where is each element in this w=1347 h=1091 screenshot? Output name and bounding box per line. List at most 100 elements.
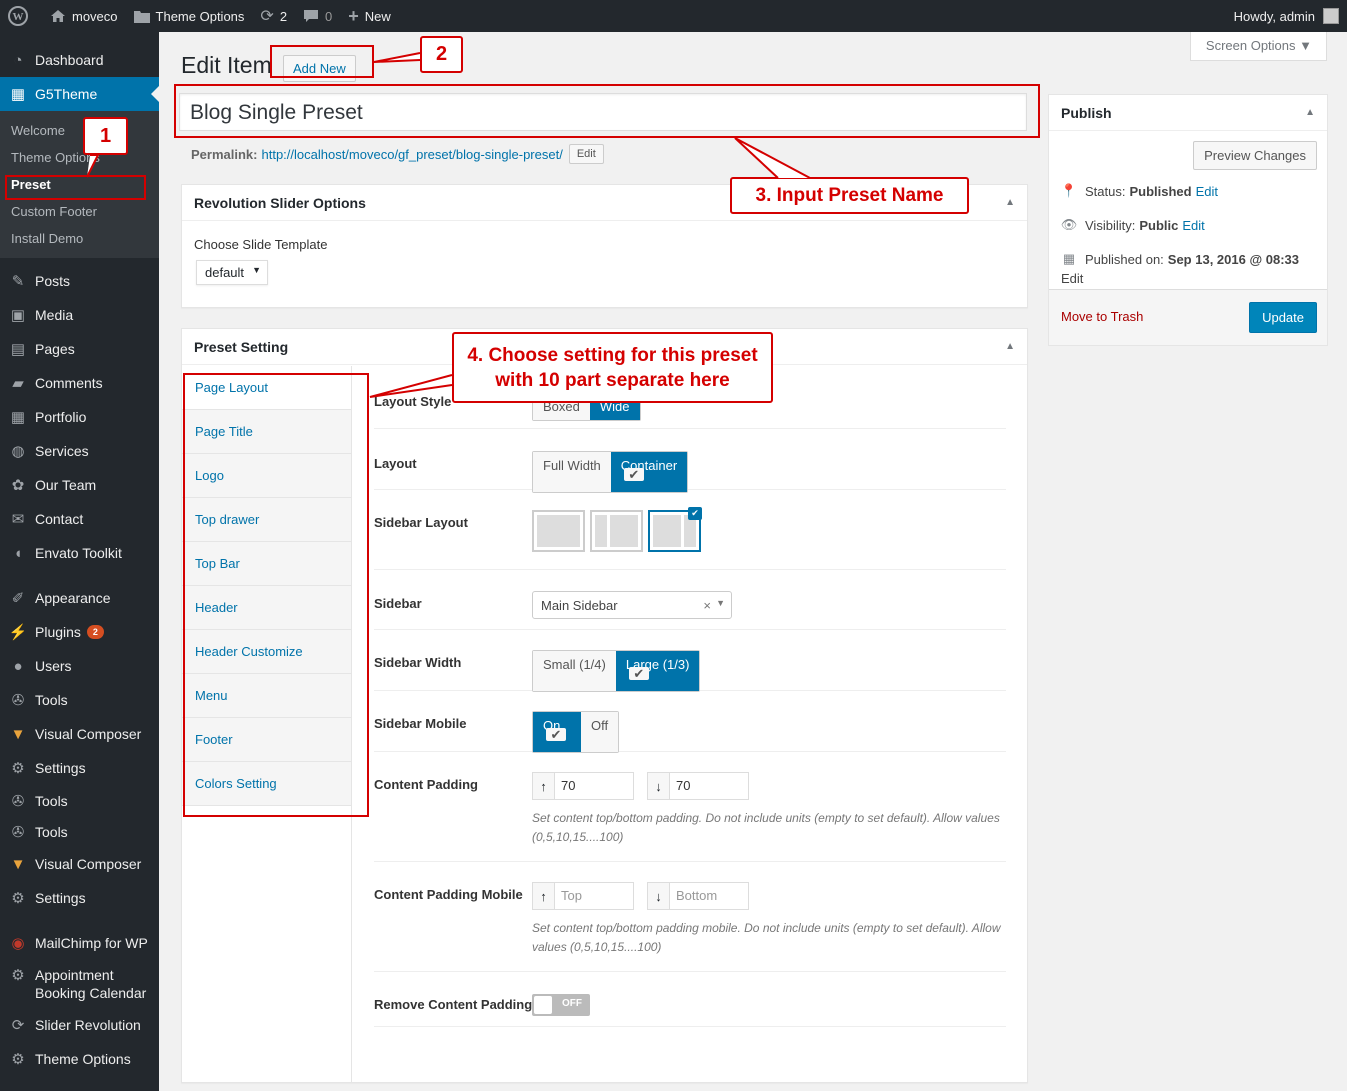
menu-services[interactable]: ◍ Services bbox=[0, 434, 159, 468]
content-padding-mobile-bottom[interactable]: ↓ Bottom bbox=[647, 882, 749, 910]
theme-options-link[interactable]: Theme Options bbox=[126, 0, 253, 32]
status-edit-link[interactable]: Edit bbox=[1196, 184, 1218, 199]
dashboard-icon: ◔ bbox=[13, 51, 23, 69]
menu-portfolio[interactable]: ▦ Portfolio bbox=[0, 400, 159, 434]
updates-count: 2 bbox=[279, 8, 288, 24]
svg-text:W: W bbox=[13, 11, 24, 23]
menu-appearance[interactable]: ✐ Appearance bbox=[0, 581, 159, 615]
avatar bbox=[1323, 8, 1339, 24]
pages-icon: ▤ bbox=[10, 341, 26, 358]
menu-g5theme[interactable]: ▦ G5Theme bbox=[0, 77, 159, 111]
content-padding-top[interactable]: ↑ 70 bbox=[532, 772, 634, 800]
collapse-arrow-icon[interactable]: ▲ bbox=[1305, 107, 1315, 118]
menu-theme-options[interactable]: ⚙ Theme Options bbox=[0, 1042, 159, 1076]
remove-padding-switch[interactable]: OFF bbox=[532, 994, 590, 1016]
menu-pages[interactable]: ▤ Pages bbox=[0, 332, 159, 366]
move-to-trash-link[interactable]: Move to Trash bbox=[1061, 309, 1143, 324]
published-row: ▦ Published on: Sep 13, 2016 @ 08:33 bbox=[1061, 251, 1299, 267]
sidebar-width-large[interactable]: Large (1/3) ✔ bbox=[615, 651, 700, 691]
mailchimp-icon: ◉ bbox=[11, 935, 25, 952]
sidebar-layout-left[interactable] bbox=[590, 510, 643, 552]
new-link[interactable]: + New bbox=[340, 0, 399, 32]
menu-mailchimp[interactable]: ◉ MailChimp for WP bbox=[0, 926, 159, 960]
sidebar-mobile-off[interactable]: Off bbox=[581, 712, 619, 752]
callout-1: 1 bbox=[83, 117, 128, 155]
arrow-up-icon: ↑ bbox=[533, 773, 555, 799]
menu-plugins[interactable]: ⚡ Plugins 2 bbox=[0, 615, 159, 649]
sidebar-mobile-toggle: On ✔ Off bbox=[532, 711, 620, 753]
admin-bar: W moveco Theme Options ⟳ 2 0 + New Howdy… bbox=[0, 0, 1347, 32]
team-icon: ✿ bbox=[11, 477, 25, 494]
layout-container[interactable]: Container ✔ bbox=[610, 452, 688, 492]
eye-icon: 👁 bbox=[1060, 217, 1078, 232]
menu-comments[interactable]: ▰ Comments bbox=[0, 366, 159, 400]
field-sidebar-mobile: Sidebar Mobile On ✔ Off bbox=[374, 691, 1006, 753]
sidebar-layout-none[interactable] bbox=[532, 510, 585, 552]
submenu-welcome[interactable]: Welcome bbox=[0, 117, 159, 144]
field-label: Remove Content Padding bbox=[374, 997, 533, 1012]
slide-template-select[interactable]: default ▼ bbox=[196, 260, 268, 285]
site-name-link[interactable]: moveco bbox=[42, 0, 126, 32]
publish-title: Publish bbox=[1061, 104, 1112, 121]
sidebar-mobile-on[interactable]: On ✔ bbox=[533, 712, 581, 752]
updates-link[interactable]: ⟳ 2 bbox=[252, 0, 295, 32]
status-label: Status: bbox=[1085, 183, 1126, 199]
annotation-highlight-preset bbox=[5, 175, 146, 200]
visibility-label: Visibility: bbox=[1085, 217, 1136, 233]
theme-options-label: Theme Options bbox=[155, 8, 245, 24]
visibility-edit-link[interactable]: Edit bbox=[1182, 218, 1204, 233]
update-button[interactable]: Update bbox=[1249, 302, 1317, 333]
gear-icon: ⚙ bbox=[11, 967, 25, 984]
home-icon bbox=[51, 10, 65, 22]
field-label: Layout Style bbox=[374, 394, 452, 409]
menu-media[interactable]: ▣ Media bbox=[0, 298, 159, 332]
permalink-edit-button[interactable]: Edit bbox=[568, 144, 604, 164]
wordpress-logo-icon[interactable]: W bbox=[0, 0, 42, 32]
clear-icon[interactable]: × bbox=[703, 598, 711, 613]
callout-4: 4. Choose setting for this preset with 1… bbox=[452, 332, 773, 403]
menu-visual-composer-2[interactable]: ▼ Visual Composer bbox=[0, 847, 159, 881]
field-label: Content Padding Mobile bbox=[374, 887, 523, 902]
menu-settings-2[interactable]: ⚙ Settings bbox=[0, 881, 159, 915]
menu-settings[interactable]: ⚙ Settings bbox=[0, 751, 159, 785]
submenu-theme-options[interactable]: Theme Options bbox=[0, 144, 159, 171]
menu-posts[interactable]: ✎ Posts bbox=[0, 264, 159, 298]
publish-header[interactable]: Publish ▲ bbox=[1049, 95, 1327, 131]
comments-link[interactable]: 0 bbox=[295, 0, 340, 32]
menu-label: Dashboard bbox=[35, 52, 104, 68]
menu-label: Visual Composer bbox=[35, 856, 142, 872]
preview-changes-button[interactable]: Preview Changes bbox=[1193, 141, 1317, 170]
menu-tools-2[interactable]: ✇ Tools bbox=[0, 785, 159, 816]
layout-full-width[interactable]: Full Width bbox=[533, 452, 611, 492]
menu-appointment-booking[interactable]: ⚙ Appointment Booking Calendar bbox=[0, 960, 159, 1008]
menu-our-team[interactable]: ✿ Our Team bbox=[0, 468, 159, 502]
folder-icon bbox=[133, 11, 150, 23]
menu-contact[interactable]: ✉ Contact bbox=[0, 502, 159, 536]
menu-visual-composer[interactable]: ▼ Visual Composer bbox=[0, 717, 159, 751]
menu-tools[interactable]: ✇ Tools bbox=[0, 683, 159, 717]
menu-users[interactable]: ● Users bbox=[0, 649, 159, 683]
callout-2: 2 bbox=[420, 36, 463, 73]
menu-slider-revolution[interactable]: ⟳ Slider Revolution bbox=[0, 1008, 159, 1042]
menu-label: Plugins bbox=[35, 624, 81, 640]
sidebar-layout-right[interactable]: ✔ bbox=[648, 507, 702, 552]
menu-tools-3[interactable]: ✇ Tools bbox=[0, 816, 159, 847]
screen-options-button[interactable]: Screen Options ▼ bbox=[1189, 32, 1327, 61]
content-padding-bottom[interactable]: ↓ 70 bbox=[647, 772, 749, 800]
permalink-url[interactable]: http://localhost/moveco/gf_preset/blog-s… bbox=[261, 147, 562, 162]
menu-envato-toolkit[interactable]: ◖ Envato Toolkit bbox=[0, 536, 159, 570]
submenu-custom-footer[interactable]: Custom Footer bbox=[0, 198, 159, 225]
content-padding-mobile-top[interactable]: ↑ Top bbox=[532, 882, 634, 910]
collapse-arrow-icon[interactable]: ▲ bbox=[1005, 197, 1015, 208]
sidebar-width-small[interactable]: Small (1/4) bbox=[533, 651, 616, 691]
menu-dashboard[interactable]: ◔ Dashboard bbox=[0, 43, 159, 77]
check-icon: ✔ bbox=[628, 666, 649, 681]
refresh-icon: ⟳ bbox=[11, 1017, 25, 1034]
published-edit-link[interactable]: Edit bbox=[1061, 271, 1083, 286]
callout-4-line2: with 10 part separate here bbox=[495, 369, 730, 391]
my-account[interactable]: Howdy, admin bbox=[1226, 0, 1347, 32]
field-label: Sidebar Width bbox=[374, 655, 462, 670]
submenu-install-demo[interactable]: Install Demo bbox=[0, 225, 159, 252]
collapse-arrow-icon[interactable]: ▲ bbox=[1005, 341, 1015, 352]
sidebar-select[interactable]: Main Sidebar × ▼ bbox=[532, 591, 732, 619]
